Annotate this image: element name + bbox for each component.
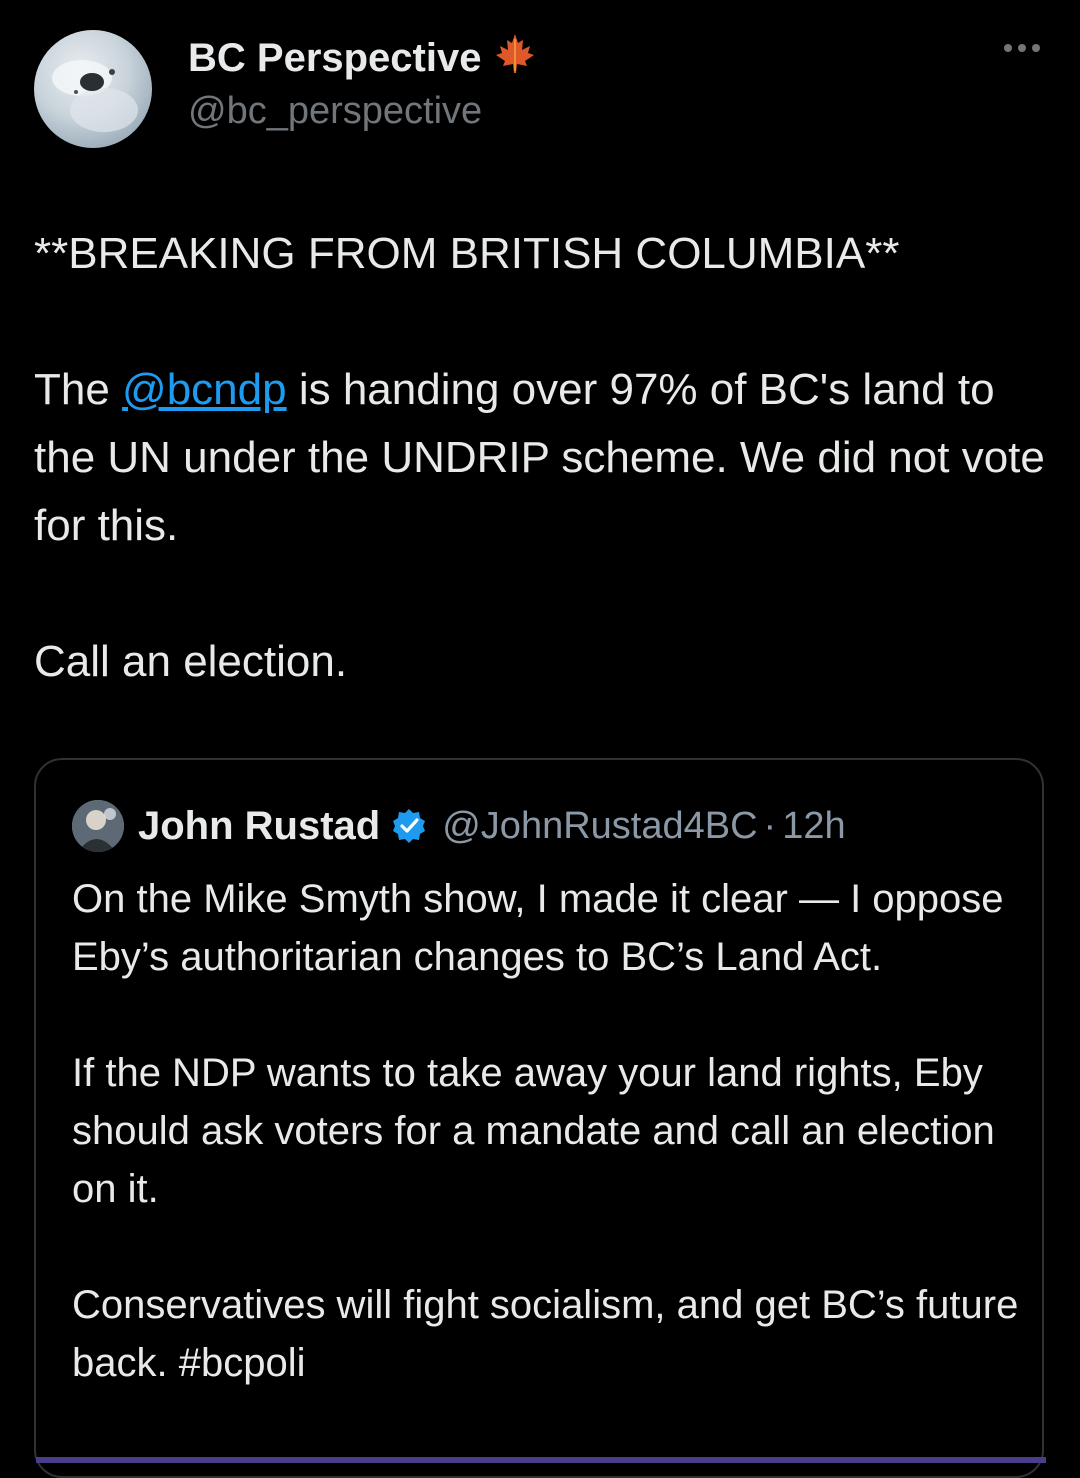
media-preview-edge [36, 1457, 1046, 1463]
quoted-tweet-text: On the Mike Smyth show, I made it clear … [72, 870, 1022, 1392]
author-handle[interactable]: @bc_perspective [188, 88, 537, 134]
more-dot [1032, 44, 1040, 52]
tweet-paragraph: Call an election. [34, 637, 348, 686]
author-display-name[interactable]: BC Perspective [188, 33, 537, 82]
quoted-paragraph: On the Mike Smyth show, I made it clear … [72, 877, 1004, 979]
more-dot [1018, 44, 1026, 52]
quoted-tweet-header: John Rustad @JohnRustad4BC · 12h [72, 800, 846, 852]
tweet-paragraph: **BREAKING FROM BRITISH COLUMBIA** [34, 229, 900, 278]
verified-badge-icon [390, 807, 428, 845]
text-segment: The [34, 365, 123, 414]
quoted-paragraph: If the NDP wants to take away your land … [72, 1051, 995, 1211]
tweet-text: **BREAKING FROM BRITISH COLUMBIA** The @… [34, 220, 1054, 696]
quoted-timestamp[interactable]: 12h [782, 805, 845, 848]
quoted-author-handle[interactable]: @JohnRustad4BC [442, 805, 757, 848]
quoted-author-name[interactable]: John Rustad [138, 804, 380, 849]
quoted-tweet[interactable]: John Rustad @JohnRustad4BC · 12h On the … [34, 758, 1044, 1478]
author-info: BC Perspective @bc_perspective [188, 33, 537, 134]
separator-dot: · [763, 804, 777, 847]
quoted-paragraph: Conservatives will fight socialism, and … [72, 1283, 1019, 1385]
quoted-author-avatar[interactable] [72, 800, 124, 852]
tweet-paragraph: The @bcndp is handing over 97% of BC's l… [34, 356, 1054, 560]
author-avatar[interactable] [34, 30, 152, 148]
more-dot [1004, 44, 1012, 52]
maple-leaf-icon [493, 31, 537, 86]
author-name[interactable]: BC Perspective [188, 34, 481, 82]
tweet: BC Perspective @bc_perspective **BREAKIN… [0, 0, 1080, 1478]
more-options-icon[interactable] [1004, 44, 1040, 52]
mention-link[interactable]: @bcndp [122, 365, 287, 414]
